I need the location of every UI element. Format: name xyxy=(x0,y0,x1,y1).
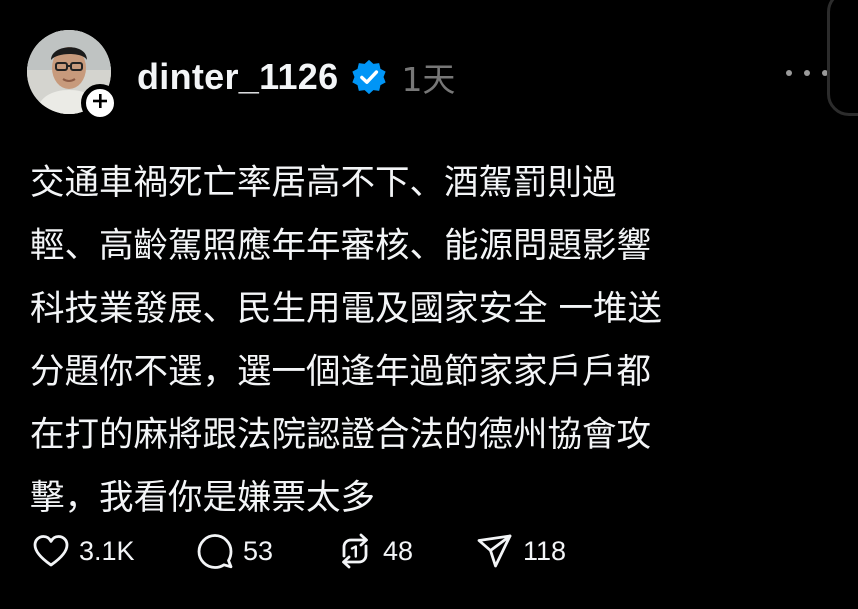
repost-count: 48 xyxy=(383,535,414,566)
like-button[interactable]: 3.1K xyxy=(32,528,135,574)
like-count: 3.1K xyxy=(79,535,135,566)
verified-badge-icon xyxy=(350,58,388,96)
heart-icon xyxy=(32,533,70,569)
post-text-line: 擊，我看你是嫌票太多 xyxy=(30,478,375,518)
post-header: dinter_1126 1天 xyxy=(137,50,455,104)
send-icon xyxy=(476,532,514,570)
post-text-line: 交通車禍死亡率居高不下、酒駕罰則過 xyxy=(30,163,617,203)
post-text-line: 科技業發展、民生用電及國家安全 一堆送 xyxy=(30,289,662,329)
reply-button[interactable]: 53 xyxy=(196,528,273,574)
post-text-line: 在打的麻將跟法院認證合法的德州協會攻 xyxy=(30,415,651,455)
comment-bubble-icon xyxy=(196,532,234,570)
more-dots-icon xyxy=(786,70,792,76)
repost-icon xyxy=(336,532,374,570)
username-link[interactable]: dinter_1126 xyxy=(137,56,338,98)
post-text-line: 輕、高齡駕照應年年審核、能源問題影響 xyxy=(30,226,651,266)
thread-post: dinter_1126 1天 交通車禍死亡率居高不下、酒駕罰則過 輕、高齡駕照應… xyxy=(0,0,858,609)
more-dots-icon xyxy=(804,70,810,76)
more-options-button[interactable] xyxy=(786,60,828,86)
screen-edge-frame xyxy=(827,0,858,116)
post-body: 交通車禍死亡率居高不下、酒駕罰則過 輕、高齡駕照應年年審核、能源問題影響 科技業… xyxy=(30,152,790,530)
follow-button[interactable] xyxy=(81,84,119,122)
repost-button[interactable]: 48 xyxy=(336,528,413,574)
plus-icon xyxy=(92,93,108,113)
share-count: 118 xyxy=(523,535,567,566)
post-text-line: 分題你不選，選一個逢年過節家家戶戶都 xyxy=(30,352,651,392)
reply-count: 53 xyxy=(243,535,274,566)
post-time: 1天 xyxy=(401,60,456,99)
share-button[interactable]: 118 xyxy=(476,528,566,574)
author-avatar[interactable] xyxy=(27,30,119,122)
